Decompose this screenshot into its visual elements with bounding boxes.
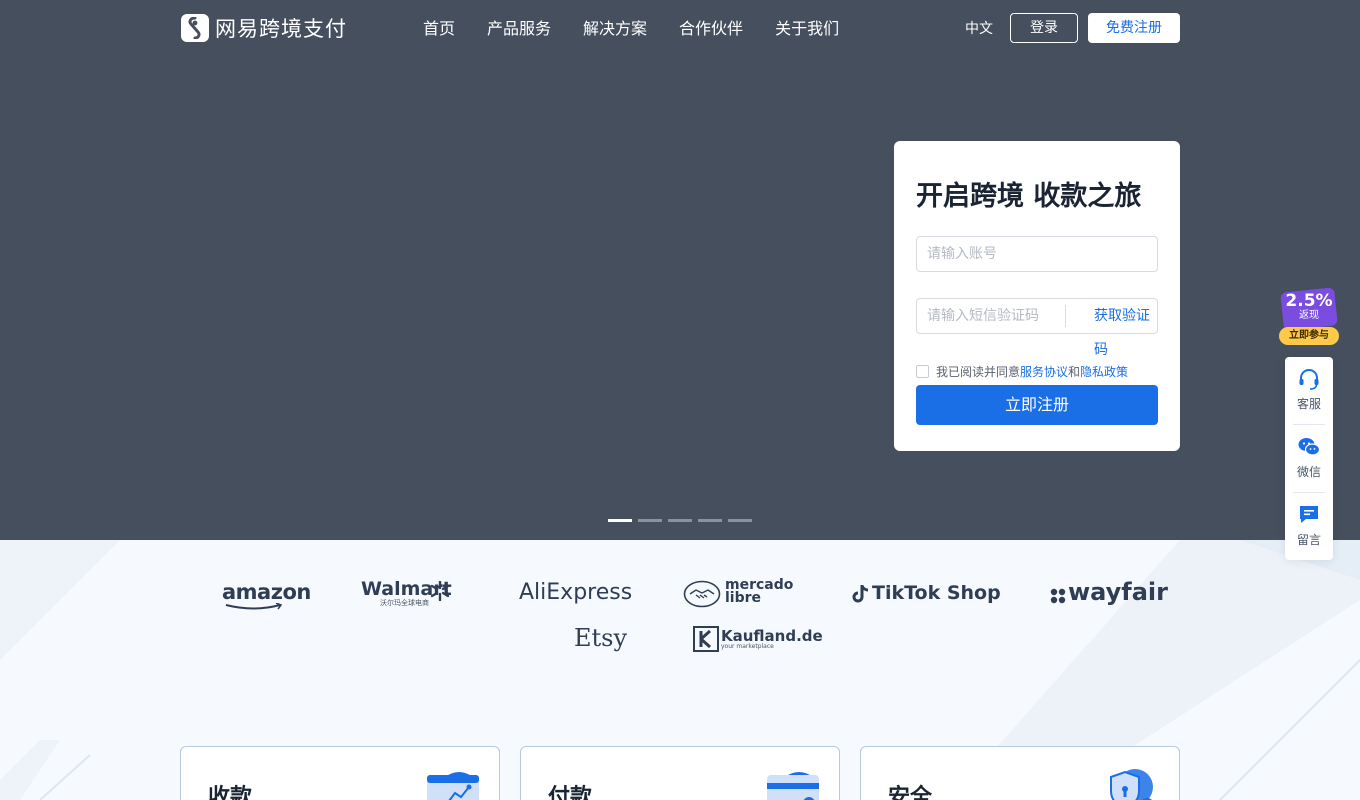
language-switch[interactable]: 中文 [965, 19, 993, 39]
agreement-sep: 和 [1068, 365, 1081, 379]
feature-card-pay[interactable]: 付款 [520, 746, 840, 800]
headset-icon [1299, 369, 1319, 390]
sidebar-item-message[interactable]: 留言 [1285, 493, 1333, 553]
nav-item-solutions[interactable]: 解决方案 [583, 17, 647, 41]
feature-card-title: 安全 [888, 785, 933, 800]
partner-logos: amazon Walmart 沃尔玛全球电商 AliExpress mercad… [0, 540, 1360, 680]
register-card-title: 开启跨境 收款之旅 [916, 181, 1142, 212]
nav-item-about[interactable]: 关于我们 [775, 17, 839, 41]
libre-text: libre [725, 590, 762, 606]
partner-aliexpress-logo: AliExpress [519, 580, 633, 605]
carousel-dot[interactable] [608, 519, 632, 522]
partner-etsy-logo: Etsy [574, 624, 628, 652]
service-agreement-link[interactable]: 服务协议 [1020, 363, 1068, 380]
brand-logo[interactable]: 网易跨境支付 [181, 14, 347, 42]
agreement-row: 我已阅读并同意 服务协议 和 隐私政策 [916, 363, 1128, 380]
register-card: 开启跨境 收款之旅 请输入账号 请输入短信验证码 获取验证码 我已阅读并同意 服… [894, 141, 1180, 451]
carousel-dots [608, 519, 758, 522]
agreement-checkbox[interactable] [916, 365, 929, 378]
kaufland-mark-icon [693, 626, 719, 652]
logo-mark-icon [181, 14, 209, 42]
brand-name: 网易跨境支付 [215, 17, 347, 41]
feature-card-title: 付款 [548, 785, 593, 800]
agreement-prefix: 我已阅读并同意 [936, 365, 1021, 379]
message-icon [1300, 506, 1318, 523]
promo-subtitle: 返现 [1299, 310, 1319, 321]
card-payment-icon [767, 772, 819, 800]
sidebar-item-label: 留言 [1296, 533, 1321, 547]
cashback-promo[interactable]: 2.5% 返现 立即参与 [1278, 287, 1340, 347]
floating-sidebar: 客服 微信 留言 [1285, 357, 1333, 560]
partner-wayfair-logo: wayfair [1068, 578, 1168, 606]
hero-banner: 网易跨境支付 首页 产品服务 解决方案 合作伙伴 关于我们 中文 登录 免费注册… [0, 0, 1360, 540]
account-input[interactable]: 请输入账号 [916, 236, 1158, 272]
sidebar-item-service[interactable]: 客服 [1285, 357, 1333, 417]
partner-mercadolibre-logo: mercado libre [725, 578, 793, 606]
submit-register-button[interactable]: 立即注册 [916, 385, 1158, 425]
carousel-dot[interactable] [728, 519, 752, 522]
nav-item-partners[interactable]: 合作伙伴 [679, 17, 743, 41]
get-code-button[interactable]: 获取验证码 [1094, 299, 1157, 367]
kaufland-subtitle: your marketplace [721, 643, 774, 650]
top-navigation: 网易跨境支付 首页 产品服务 解决方案 合作伙伴 关于我们 中文 登录 免费注册 [0, 0, 1360, 57]
main-nav: 首页 产品服务 解决方案 合作伙伴 关于我们 [423, 17, 871, 41]
sidebar-item-label: 客服 [1296, 397, 1321, 411]
login-button[interactable]: 登录 [1010, 13, 1078, 43]
tiktok-note-icon [852, 585, 869, 603]
privacy-policy-link[interactable]: 隐私政策 [1080, 363, 1128, 380]
shield-lock-icon [1110, 769, 1153, 800]
mercadolibre-handshake-icon [683, 580, 721, 608]
feature-card-title: 收款 [208, 785, 253, 800]
nav-item-products[interactable]: 产品服务 [487, 17, 551, 41]
wayfair-pinwheel-icon [1050, 588, 1066, 604]
promo-percent: 2.5% [1285, 291, 1333, 311]
sidebar-item-wechat[interactable]: 微信 [1285, 425, 1333, 485]
sidebar-item-label: 微信 [1296, 465, 1321, 479]
promo-join-button[interactable]: 立即参与 [1279, 327, 1339, 345]
walmart-spark-icon [430, 581, 450, 601]
carousel-dot[interactable] [668, 519, 692, 522]
partner-tiktok-shop-logo: TikTok Shop [872, 582, 1001, 604]
feature-card-security[interactable]: 安全 [860, 746, 1180, 800]
wallet-chart-icon [427, 772, 479, 800]
wechat-icon [1298, 438, 1321, 456]
amazon-smile-icon [225, 603, 283, 610]
register-button[interactable]: 免费注册 [1088, 13, 1180, 43]
nav-item-home[interactable]: 首页 [423, 17, 455, 41]
walmart-subtitle: 沃尔玛全球电商 [380, 599, 429, 607]
carousel-dot[interactable] [638, 519, 662, 522]
code-divider [1065, 305, 1066, 327]
partner-amazon-logo: amazon [222, 580, 311, 604]
feature-card-collect[interactable]: 收款 [180, 746, 500, 800]
sms-code-placeholder: 请输入短信验证码 [927, 308, 1039, 324]
sms-code-input[interactable]: 请输入短信验证码 获取验证码 [916, 298, 1158, 358]
carousel-dot[interactable] [698, 519, 722, 522]
